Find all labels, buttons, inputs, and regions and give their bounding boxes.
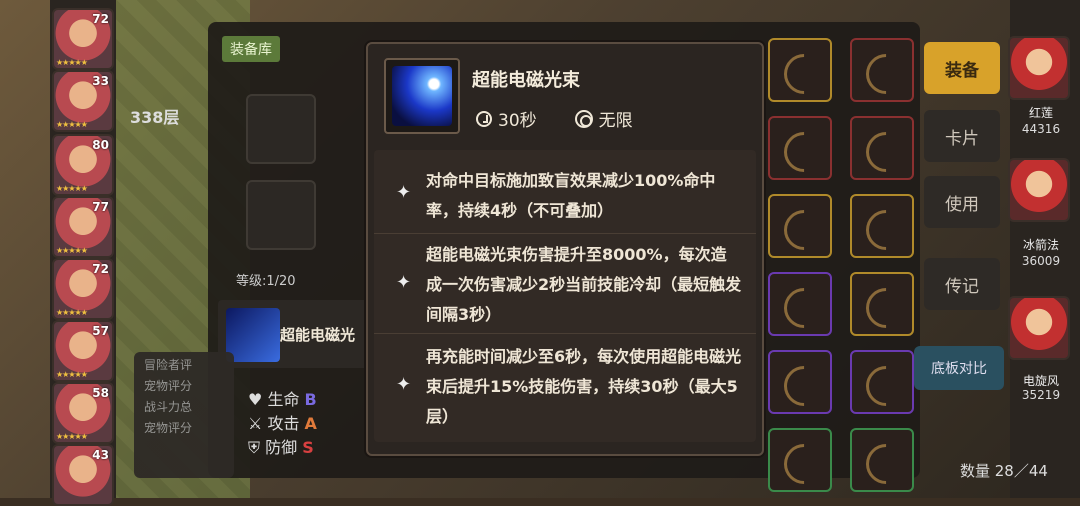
bow-item[interactable]: [850, 38, 914, 102]
star-icons: ★★★★★: [56, 120, 88, 129]
clock-icon: [476, 110, 492, 127]
hero-portrait[interactable]: 57 ★★★★★: [52, 320, 114, 382]
hero-power: 36009: [1021, 254, 1061, 268]
bow-item[interactable]: [768, 194, 832, 258]
hero-portrait[interactable]: [1008, 296, 1070, 360]
bow-item[interactable]: [768, 116, 832, 180]
score-panel: 冒险者评 宠物评分 战斗力总 宠物评分: [134, 352, 234, 478]
skill-meta: 30秒 无限: [476, 106, 633, 131]
hero-portrait[interactable]: [1008, 36, 1070, 100]
hero-portrait[interactable]: 58 ★★★★★: [52, 382, 114, 444]
hero-level: 77: [92, 200, 109, 214]
hero-level: 72: [92, 262, 109, 276]
item-count: 数量 28／44: [960, 462, 1048, 480]
score-label: 战斗力总: [144, 400, 193, 414]
hero-power: 44316: [1021, 122, 1061, 136]
hero-portrait[interactable]: 72 ★★★★★: [52, 258, 114, 320]
star-icons: ★★★★★: [56, 184, 88, 193]
effect-item: ✦ 超能电磁光束伤害提升至8000%，每次造成一次伤害减少2秒当前技能冷却（最短…: [374, 234, 756, 334]
star-icons: ★★★★★: [56, 58, 88, 67]
bow-item[interactable]: [850, 272, 914, 336]
hero-level: 33: [92, 74, 109, 88]
legend-button[interactable]: 传记: [924, 258, 1000, 310]
bow-item[interactable]: [850, 350, 914, 414]
skill-title: 超能电磁光束: [472, 70, 580, 91]
hero-portrait[interactable]: [1008, 158, 1070, 222]
hero-portrait[interactable]: 43: [52, 444, 114, 506]
use-button[interactable]: 使用: [924, 176, 1000, 228]
bow-item[interactable]: [768, 428, 832, 492]
star-icons: ★★★★★: [56, 308, 88, 317]
effect-item: ✦ 再充能时间减少至6秒，每次使用超能电磁光束后提升15%技能伤害，持续30秒（…: [396, 347, 742, 426]
sparkle-icon: ✦: [396, 182, 412, 203]
bow-item[interactable]: [768, 350, 832, 414]
stat-defense: ⛨ 防御 S: [248, 438, 314, 457]
hero-portrait[interactable]: 33 ★★★★★: [52, 70, 114, 132]
hero-name: 电旋风: [1022, 374, 1059, 388]
hero-level: 72: [92, 12, 109, 26]
cooldown-value: 30秒: [498, 111, 537, 131]
hero-level: 80: [92, 138, 109, 152]
hero-portrait[interactable]: 72 ★★★★★: [52, 8, 114, 70]
hero-level: 57: [92, 324, 109, 338]
skill-tooltip: 超能电磁光束 30秒 无限 ✦ 对命中目标施加致盲效果减少100%命中率，持续4…: [366, 42, 764, 456]
bow-item[interactable]: [850, 428, 914, 492]
score-label: 宠物评分: [144, 379, 193, 393]
bow-item[interactable]: [768, 272, 832, 336]
weapon-slot[interactable]: [246, 94, 316, 164]
sparkle-icon: ✦: [396, 272, 412, 293]
compare-button[interactable]: 底板对比: [914, 346, 1004, 390]
effect-list: ✦ 对命中目标施加致盲效果减少100%命中率，持续4秒（不可叠加） ✦ 超能电磁…: [374, 150, 756, 442]
floor-label: 338层: [130, 108, 180, 127]
bow-item[interactable]: [850, 194, 914, 258]
skill-icon-frame: [384, 58, 460, 134]
bow-item[interactable]: [768, 38, 832, 102]
sparkle-icon: ✦: [396, 374, 412, 395]
hero-name: 红莲: [1028, 106, 1053, 120]
sword-icon: ⚔: [248, 414, 268, 433]
skill-name: 超能电磁光: [280, 326, 356, 344]
stat-attack: ⚔ 攻击 A: [248, 414, 317, 433]
hero-level: 43: [92, 448, 109, 462]
accessory-slot[interactable]: [246, 180, 316, 250]
bow-item[interactable]: [850, 116, 914, 180]
stat-hp: ♥ 生命 B: [248, 390, 317, 409]
item-level: 等级:1/20: [236, 274, 296, 289]
laser-skill-icon: [392, 66, 452, 126]
hero-name: 冰箭法: [1022, 238, 1059, 252]
effect-item: ✦ 对命中目标施加致盲效果减少100%命中率，持续4秒（不可叠加）: [374, 158, 756, 234]
hero-power: 35219: [1021, 388, 1061, 402]
hero-portrait[interactable]: 77 ★★★★★: [52, 196, 114, 258]
heart-icon: ♥: [248, 390, 268, 409]
hero-level: 58: [92, 386, 109, 400]
equip-button[interactable]: 装备: [924, 42, 1000, 94]
shield-icon: ⛨: [248, 438, 266, 457]
card-button[interactable]: 卡片: [924, 110, 1000, 162]
equipment-library-tab[interactable]: 装备库: [222, 36, 280, 62]
stat-list: ♥ 生命 B ⚔ 攻击 A ⛨ 防御 S: [248, 388, 317, 460]
laser-skill-icon: [226, 308, 280, 362]
range-icon: [574, 109, 593, 128]
range-value: 无限: [598, 111, 633, 131]
score-label: 冒险者评: [144, 358, 193, 372]
star-icons: ★★★★★: [56, 370, 88, 379]
star-icons: ★★★★★: [56, 246, 88, 255]
skill-row[interactable]: 超能电磁光: [218, 300, 378, 368]
hero-portrait[interactable]: 80 ★★★★★: [52, 134, 114, 196]
score-label: 宠物评分: [144, 421, 193, 435]
star-icons: ★★★★★: [56, 432, 88, 441]
